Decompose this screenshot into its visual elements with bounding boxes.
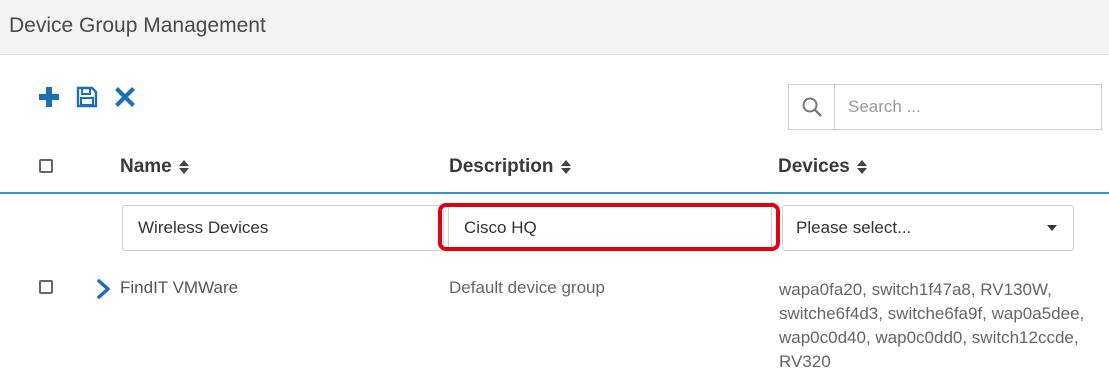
sort-icon	[856, 160, 867, 174]
column-header-label: Description	[449, 156, 554, 177]
table-header: Name Description Devices	[0, 150, 1109, 194]
select-all-checkbox[interactable]	[39, 159, 53, 173]
search-box	[788, 84, 1102, 130]
search-input[interactable]	[835, 85, 1101, 129]
chevron-right-icon[interactable]	[96, 278, 112, 300]
row-name[interactable]: FindIT VMWare	[120, 278, 238, 298]
devices-select-value: Please select...	[796, 218, 912, 237]
x-icon	[115, 87, 135, 107]
caret-down-icon	[1047, 225, 1057, 231]
devices-select[interactable]: Please select...	[782, 205, 1074, 251]
add-button[interactable]	[37, 84, 61, 110]
edit-row: Please select...	[0, 203, 1109, 255]
toolbar	[37, 84, 137, 110]
row-devices: wapa0fa20, switch1f47a8, RV130W, switche…	[779, 280, 1085, 371]
panel-title: Device Group Management	[9, 14, 266, 37]
column-header-name[interactable]: Name	[120, 156, 190, 178]
save-button[interactable]	[75, 84, 99, 110]
panel-header: Device Group Management	[0, 0, 1109, 55]
name-field[interactable]	[122, 205, 444, 251]
table-row: FindIT VMWare Default device group wapa0…	[0, 268, 1109, 388]
column-header-label: Name	[120, 156, 172, 177]
row-checkbox[interactable]	[39, 280, 53, 294]
sort-icon	[560, 160, 571, 174]
plus-icon	[39, 87, 59, 107]
search-icon	[802, 97, 822, 117]
description-field[interactable]	[448, 205, 772, 251]
delete-button[interactable]	[113, 84, 137, 110]
column-header-devices[interactable]: Devices	[778, 156, 868, 178]
floppy-disk-icon	[76, 86, 98, 108]
sort-icon	[178, 160, 189, 174]
search-icon-wrap[interactable]	[789, 85, 835, 129]
row-description: Default device group	[449, 278, 605, 297]
column-header-description[interactable]: Description	[449, 156, 572, 178]
column-header-label: Devices	[778, 156, 850, 177]
